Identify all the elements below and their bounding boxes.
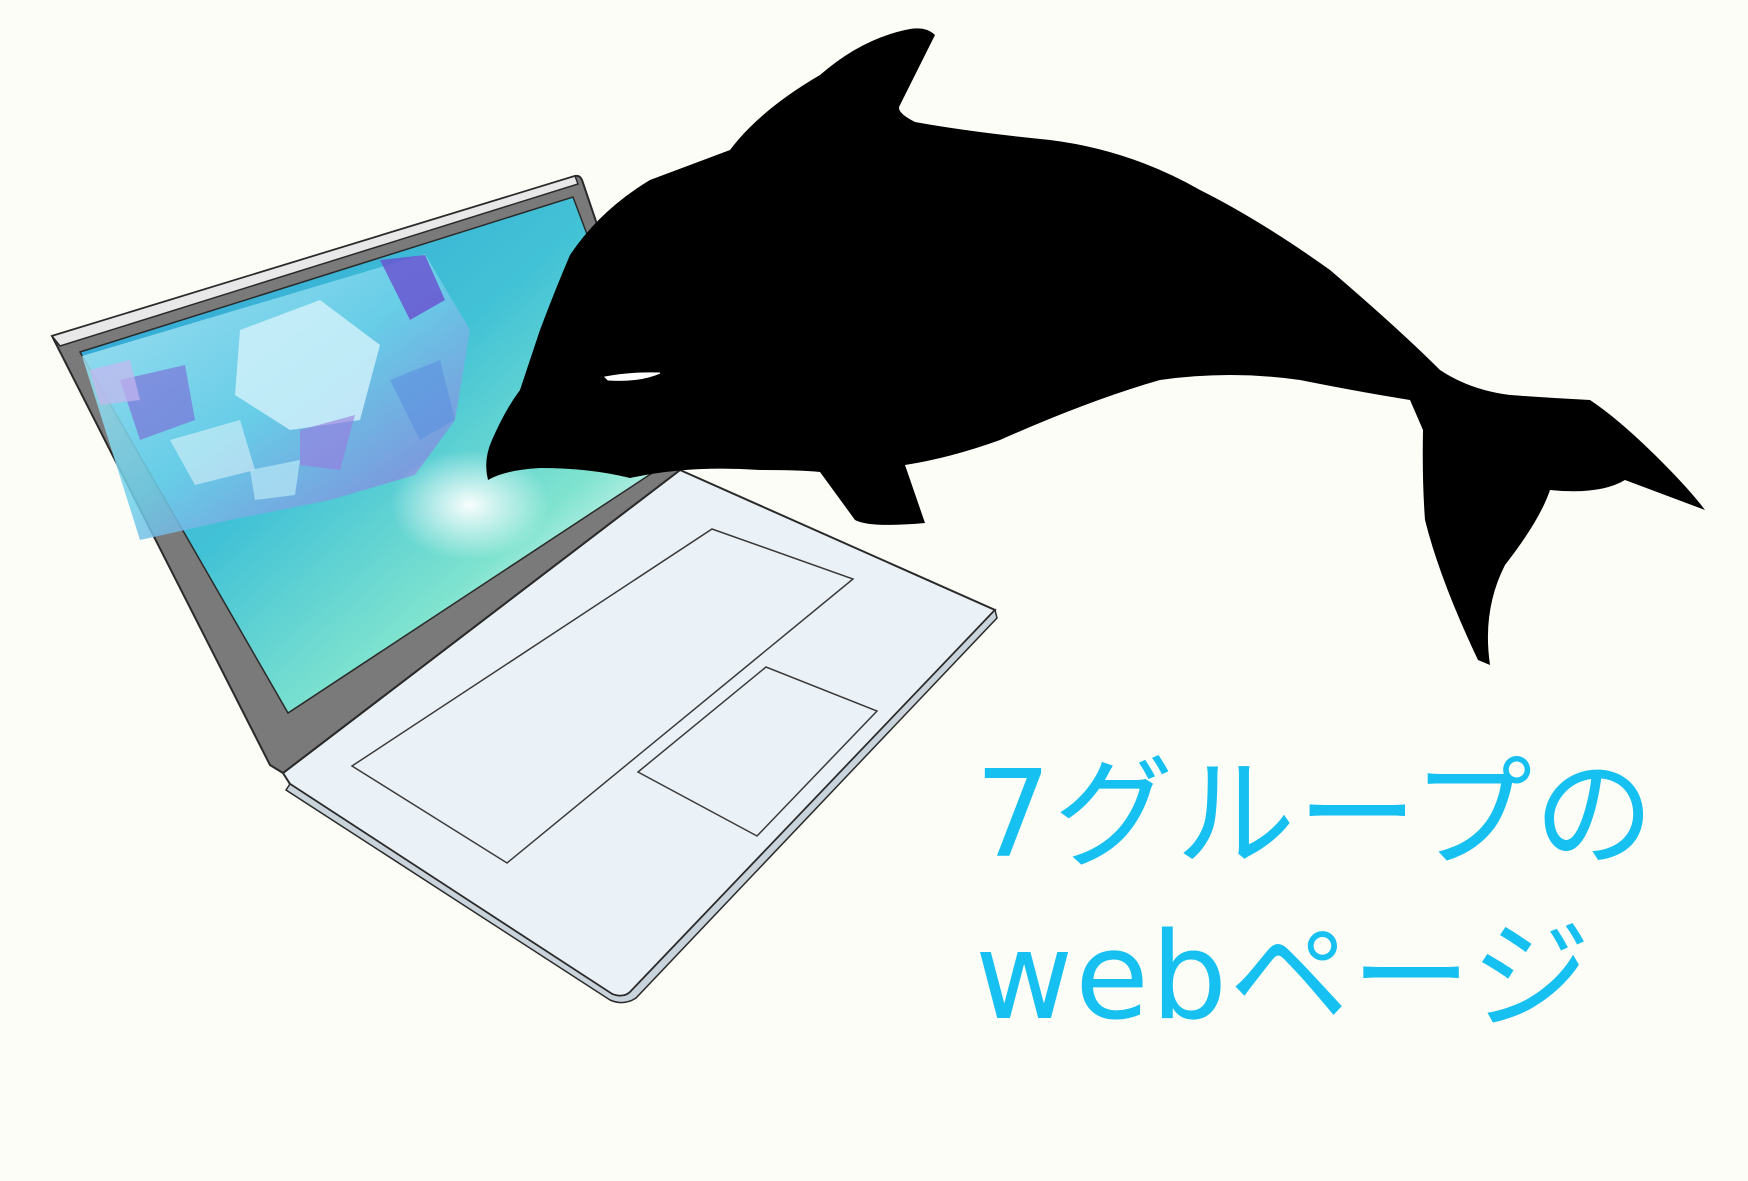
page-caption: 7グループの webページ xyxy=(975,735,1675,1059)
caption-line-2: webページ xyxy=(975,908,1593,1047)
hero-canvas: 7グループの webページ xyxy=(0,0,1748,1181)
caption-line-1: 7グループの xyxy=(975,746,1657,885)
